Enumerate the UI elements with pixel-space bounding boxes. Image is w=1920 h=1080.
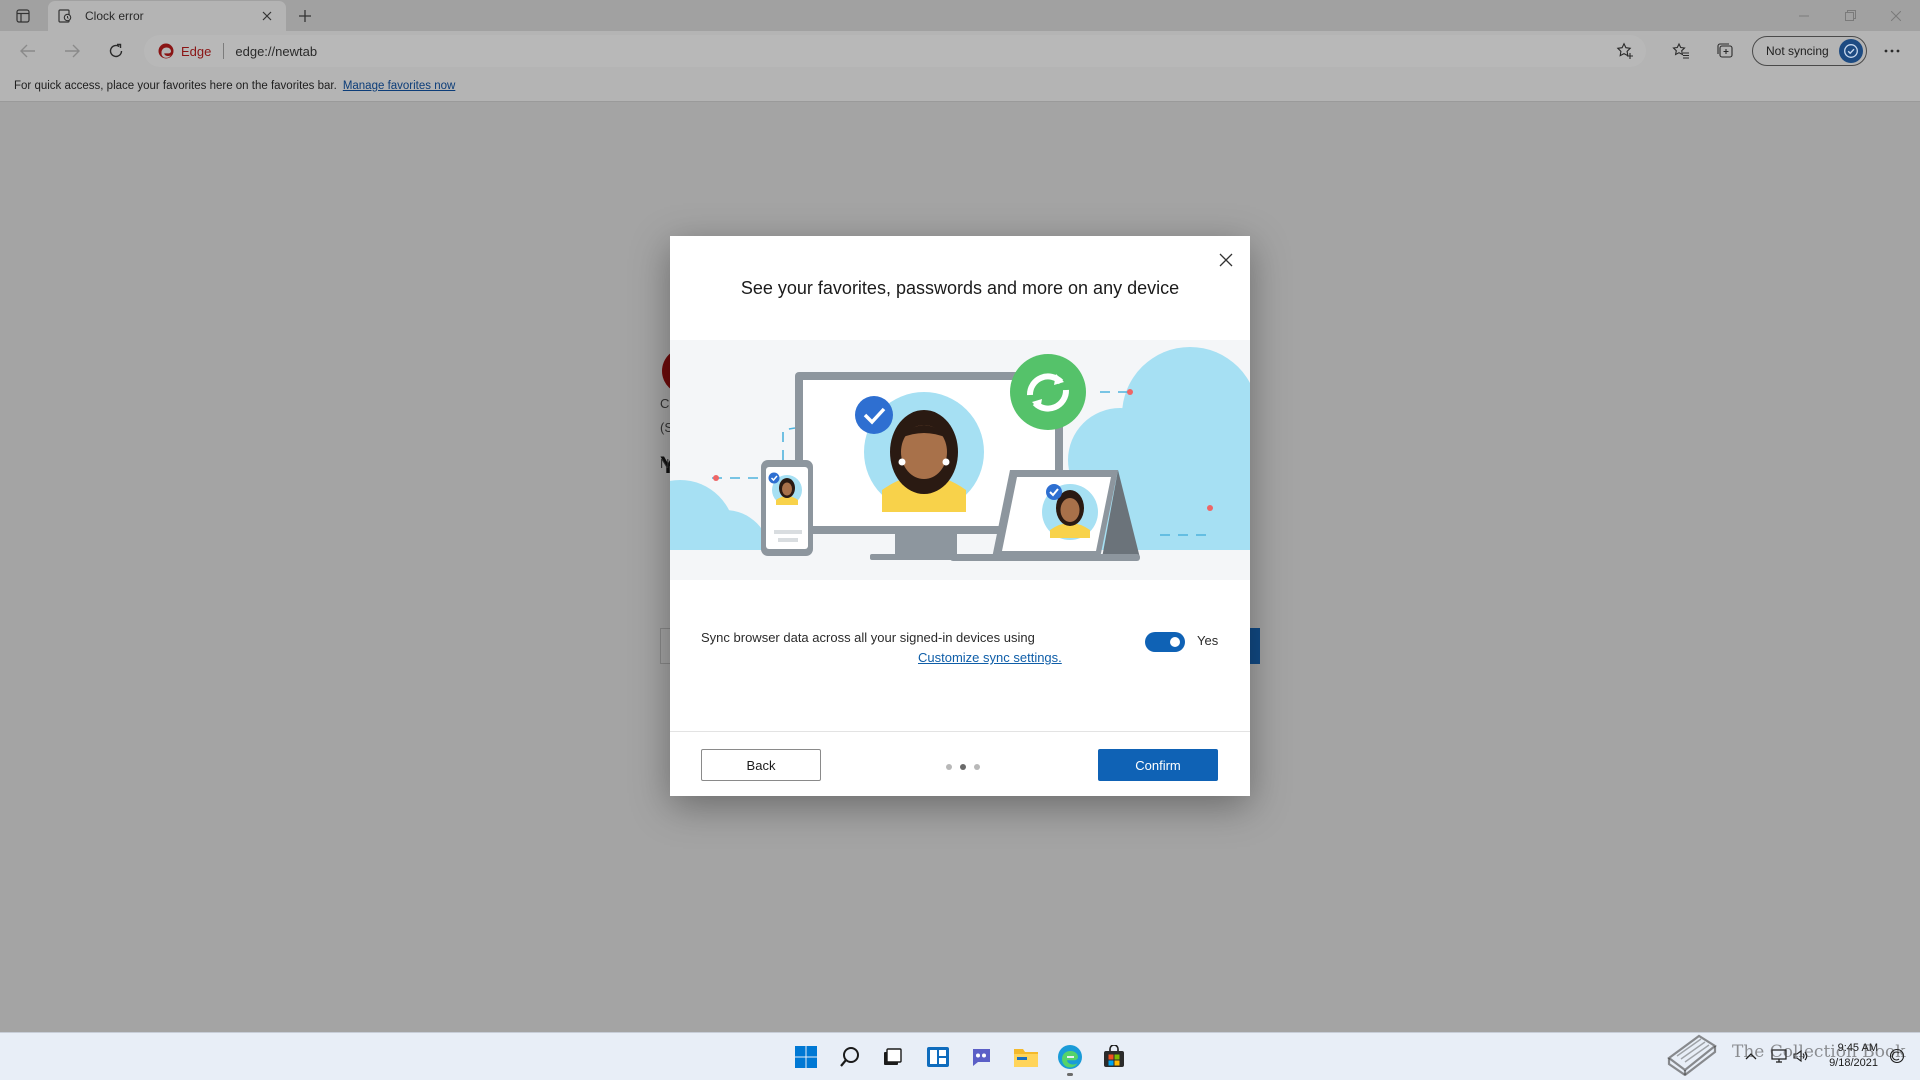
minimize-icon[interactable] <box>1781 0 1827 31</box>
new-tab-icon[interactable] <box>292 4 318 28</box>
customize-sync-link[interactable]: Customize sync settings. <box>918 650 1062 665</box>
sync-toggle[interactable] <box>1145 632 1185 652</box>
sync-dialog: See your favorites, passwords and more o… <box>670 236 1250 796</box>
task-view-icon[interactable] <box>876 1041 908 1073</box>
close-dialog-icon[interactable] <box>1212 246 1240 274</box>
page-icon <box>57 8 73 24</box>
sync-status-label: Not syncing <box>1766 44 1829 58</box>
address-bar[interactable]: Edge edge://newtab <box>144 35 1646 67</box>
sync-description: Sync browser data across all your signed… <box>701 630 1035 645</box>
step-dot-active <box>960 764 966 770</box>
dialog-title: See your favorites, passwords and more o… <box>740 278 1180 298</box>
site-label: Edge <box>181 43 212 59</box>
close-tab-icon[interactable] <box>254 5 280 27</box>
restore-icon[interactable] <box>1827 0 1873 31</box>
file-explorer-icon[interactable] <box>1010 1041 1042 1073</box>
store-icon[interactable] <box>1098 1041 1130 1073</box>
tab-strip: Clock error <box>0 0 1920 31</box>
favorites-bar: For quick access, place your favorites h… <box>0 71 1920 102</box>
book-logo-icon <box>1667 1034 1717 1076</box>
dialog-footer: Back Confirm <box>670 731 1250 796</box>
manage-favorites-link[interactable]: Manage favorites now <box>343 80 456 92</box>
tab-clock-error[interactable]: Clock error <box>48 1 286 31</box>
taskbar: 9:45 AM 9/18/2021 <box>0 1032 1920 1080</box>
edge-icon[interactable] <box>1054 1041 1086 1076</box>
favorites-icon[interactable] <box>1668 38 1694 64</box>
start-icon[interactable] <box>790 1041 822 1073</box>
more-options-icon[interactable] <box>1878 38 1906 64</box>
step-dot <box>974 764 980 770</box>
browser-toolbar: Edge edge://newtab Not syncing <box>0 31 1920 71</box>
widgets-icon[interactable] <box>922 1041 954 1073</box>
confirm-button[interactable]: Confirm <box>1098 749 1218 781</box>
sync-status-button[interactable]: Not syncing <box>1752 36 1867 66</box>
back-button[interactable]: Back <box>701 749 821 781</box>
background-text: C <box>660 396 670 411</box>
edge-logo-icon <box>158 43 174 59</box>
profile-avatar-icon <box>1839 39 1863 63</box>
background-text: N <box>660 456 670 471</box>
chat-icon[interactable] <box>965 1041 997 1073</box>
url-text[interactable]: edge://newtab <box>235 44 317 59</box>
refresh-icon[interactable] <box>100 36 132 66</box>
toggle-knob <box>1170 637 1180 647</box>
close-window-icon[interactable] <box>1873 0 1919 31</box>
back-arrow-icon[interactable] <box>12 36 44 66</box>
forward-arrow-icon[interactable] <box>56 36 88 66</box>
tab-title: Clock error <box>85 9 144 23</box>
tab-actions-icon[interactable] <box>10 5 36 27</box>
watermark-text: The Collection Book <box>1732 1042 1906 1062</box>
address-separator <box>223 43 225 59</box>
add-favorite-icon[interactable] <box>1616 42 1634 60</box>
sync-option: Sync browser data across all your signed… <box>701 630 1221 665</box>
favorites-bar-message: For quick access, place your favorites h… <box>14 80 337 92</box>
step-indicator <box>946 764 980 770</box>
site-identity[interactable]: Edge <box>158 43 211 59</box>
search-icon[interactable] <box>834 1041 866 1073</box>
step-dot <box>946 764 952 770</box>
sync-devices-illustration <box>670 340 1250 580</box>
collections-icon[interactable] <box>1712 38 1738 64</box>
watermark: The Collection Book <box>1665 1028 1906 1080</box>
sync-toggle-label: Yes <box>1197 633 1219 648</box>
